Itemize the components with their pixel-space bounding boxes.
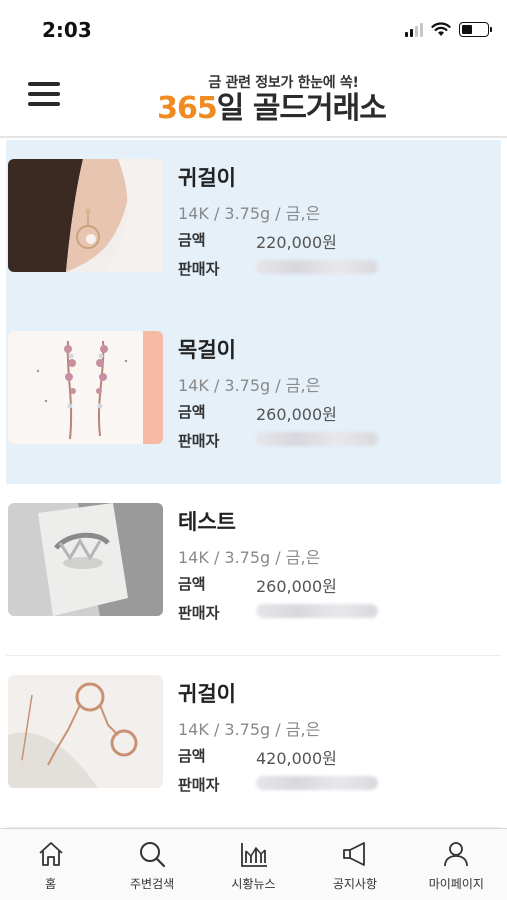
cellular-signal-icon: [405, 22, 423, 37]
tab-nearby-search[interactable]: 주변검색: [101, 829, 202, 900]
logo-brand: 365일 골드거래소: [36, 92, 507, 126]
product-info: 목걸이 14K / 3.75g / 금,은 금액 260,000원 판매자: [178, 334, 378, 456]
tab-label: 시황뉴스: [231, 877, 276, 891]
product-spec: 14K / 3.75g / 금,은: [178, 376, 321, 395]
product-item[interactable]: 테스트 14K / 3.75g / 금,은 금액 260,000원 판매자: [6, 484, 501, 656]
home-icon: [39, 842, 63, 866]
product-image: [8, 675, 163, 788]
product-name: 귀걸이: [178, 166, 236, 190]
product-price: 220,000원: [256, 233, 337, 252]
price-row: 금액 420,000원: [178, 745, 378, 769]
logo-brand-number: 365: [157, 91, 218, 126]
product-image: [8, 159, 163, 272]
tab-my-page[interactable]: 마이페이지: [406, 829, 507, 900]
product-name: 테스트: [178, 510, 236, 534]
tab-home[interactable]: 홈: [0, 829, 101, 900]
product-item[interactable]: 귀걸이 14K / 3.75g / 금,은 금액 220,000원 판매자: [6, 140, 501, 312]
seller-row: 판매자: [178, 774, 378, 795]
seller-name-redacted: [256, 604, 378, 618]
seller-label: 판매자: [178, 776, 220, 794]
product-price: 420,000원: [256, 749, 337, 768]
seller-label: 판매자: [178, 604, 220, 622]
seller-label: 판매자: [178, 260, 220, 278]
price-label: 금액: [178, 403, 206, 421]
status-bar: 2:03: [0, 0, 507, 62]
product-item[interactable]: 목걸이 14K / 3.75g / 금,은 금액 260,000원 판매자: [6, 312, 501, 484]
product-name: 귀걸이: [178, 682, 236, 706]
product-image: [8, 503, 163, 616]
person-icon: [444, 842, 469, 867]
app-logo[interactable]: 금 관련 정보가 한눈에 쏙! 365일 골드거래소: [0, 72, 507, 126]
product-spec: 14K / 3.75g / 금,은: [178, 720, 321, 739]
price-row: 금액 260,000원: [178, 401, 378, 425]
app-header: 금 관련 정보가 한눈에 쏙! 365일 골드거래소: [0, 62, 507, 138]
price-label: 금액: [178, 231, 206, 249]
seller-name-redacted: [256, 432, 378, 446]
seller-label: 판매자: [178, 432, 220, 450]
chart-icon: [240, 843, 267, 867]
price-label: 금액: [178, 747, 206, 765]
product-info: 귀걸이 14K / 3.75g / 금,은 금액 220,000원 판매자: [178, 162, 378, 284]
tab-label: 마이페이지: [428, 877, 484, 891]
seller-row: 판매자: [178, 602, 378, 623]
price-row: 금액 220,000원: [178, 229, 378, 253]
tab-market-news[interactable]: 시황뉴스: [203, 829, 304, 900]
product-info: 테스트 14K / 3.75g / 금,은 금액 260,000원 판매자: [178, 506, 378, 628]
seller-name-redacted: [256, 776, 378, 790]
product-price: 260,000원: [256, 405, 337, 424]
megaphone-icon: [343, 842, 365, 866]
tab-notices[interactable]: 공지사항: [304, 829, 405, 900]
product-item[interactable]: 귀걸이 14K / 3.75g / 금,은 금액 420,000원 판매자: [6, 656, 501, 828]
seller-name-redacted: [256, 260, 378, 274]
battery-icon: [459, 22, 492, 37]
product-price: 260,000원: [256, 577, 337, 596]
price-label: 금액: [178, 575, 206, 593]
status-time: 2:03: [42, 18, 92, 42]
product-image: [8, 331, 163, 444]
tab-label: 홈: [45, 877, 57, 891]
logo-brand-text: 일 골드거래소: [216, 91, 387, 126]
search-icon: [140, 842, 166, 868]
product-spec: 14K / 3.75g / 금,은: [178, 204, 321, 223]
seller-row: 판매자: [178, 430, 378, 451]
product-name: 목걸이: [178, 338, 236, 362]
tab-label: 공지사항: [332, 877, 377, 891]
price-row: 금액 260,000원: [178, 573, 378, 597]
product-spec: 14K / 3.75g / 금,은: [178, 548, 321, 567]
status-icons: [405, 22, 492, 37]
product-list: 귀걸이 14K / 3.75g / 금,은 금액 220,000원 판매자 목걸이…: [0, 140, 507, 828]
seller-row: 판매자: [178, 258, 378, 279]
logo-tagline: 금 관련 정보가 한눈에 쏙!: [208, 75, 359, 91]
bottom-tab-bar: 홈 주변검색 시황뉴스 공지사항 마이페이지: [0, 828, 507, 900]
product-info: 귀걸이 14K / 3.75g / 금,은 금액 420,000원 판매자: [178, 678, 378, 800]
tab-label: 주변검색: [130, 877, 175, 891]
wifi-icon: [431, 22, 451, 36]
